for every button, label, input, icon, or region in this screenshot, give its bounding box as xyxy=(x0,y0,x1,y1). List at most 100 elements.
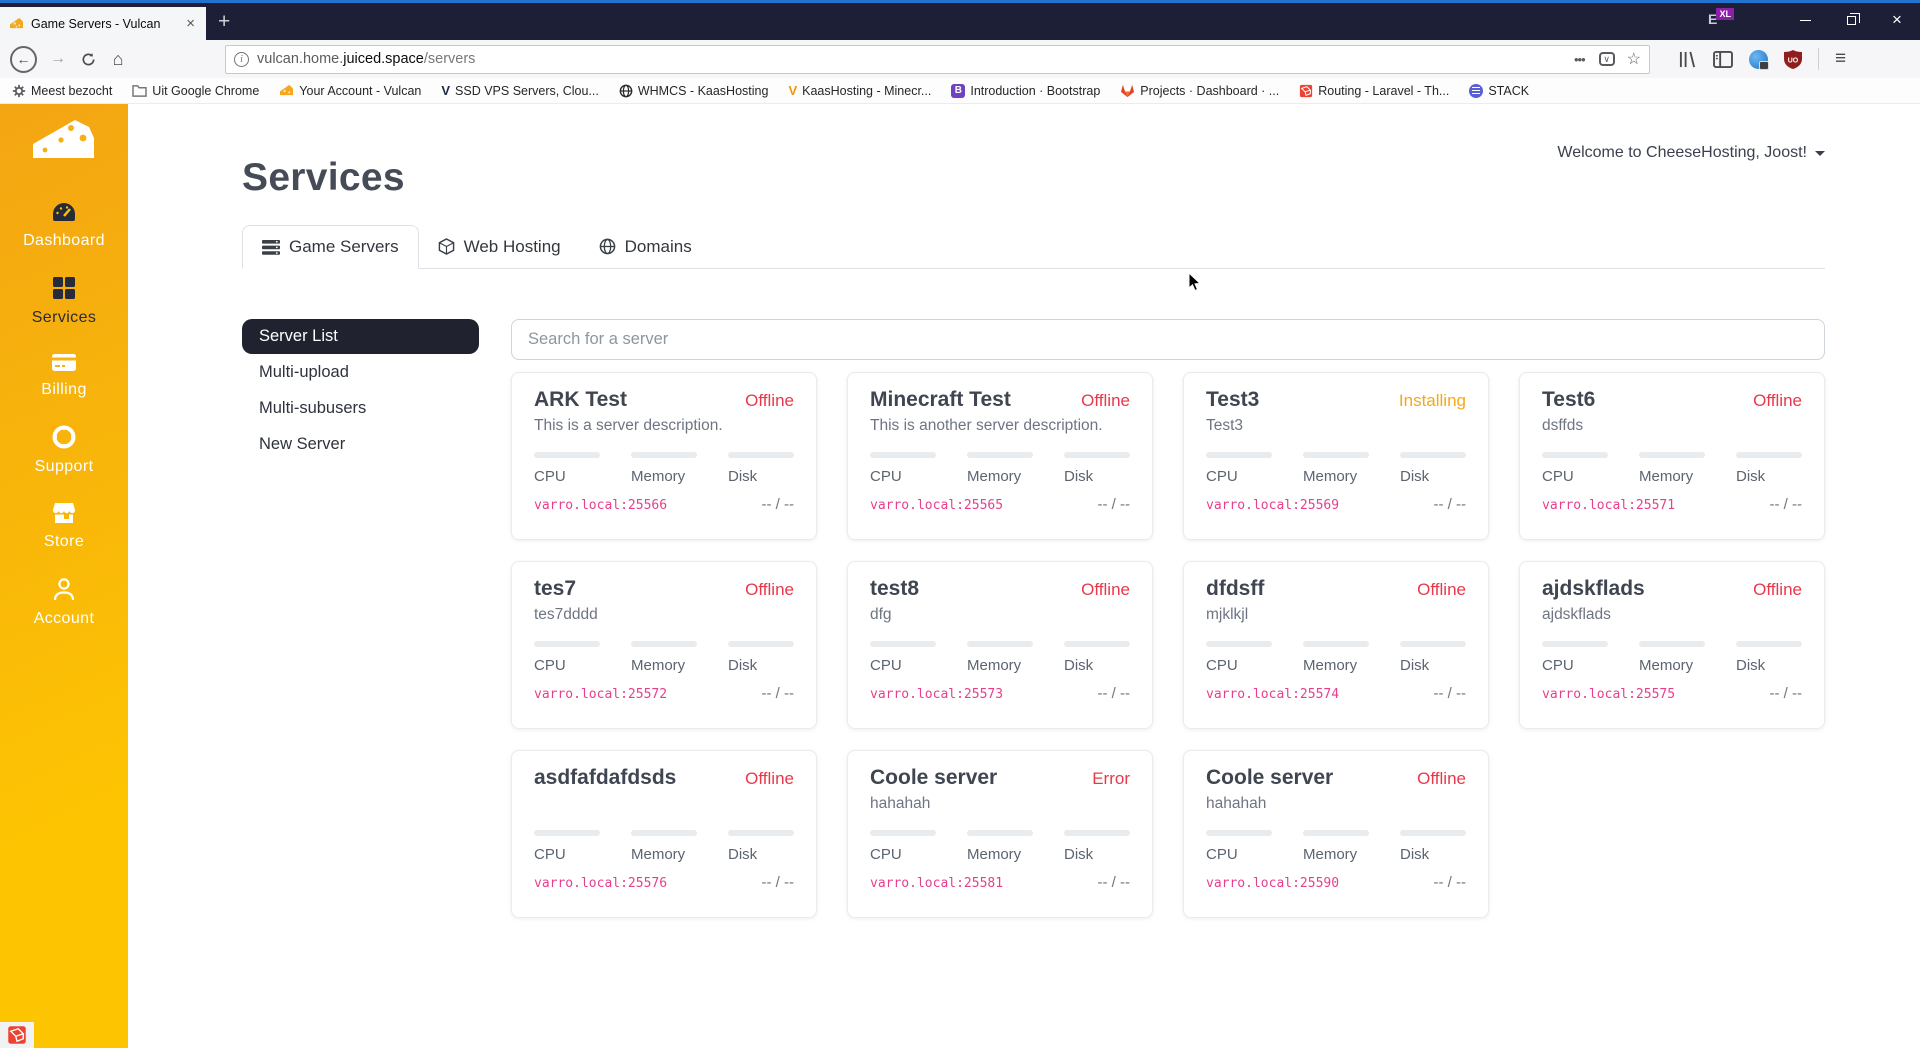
home-button[interactable]: ⌂ xyxy=(103,49,133,70)
server-name: Test6 xyxy=(1542,388,1596,411)
site-info-icon[interactable]: i xyxy=(234,51,249,67)
xl-extension-icon[interactable]: E XL xyxy=(1708,8,1734,29)
server-description: This is a server description. xyxy=(534,417,723,434)
sidebar-item-store[interactable]: Store xyxy=(44,502,84,551)
restore-button[interactable] xyxy=(1828,3,1874,37)
close-button[interactable]: × xyxy=(1874,3,1920,37)
memory-usage-bar xyxy=(1639,641,1705,647)
browser-tab-active[interactable]: Game Servers - Vulcan × xyxy=(0,7,206,40)
sidebar-item-support[interactable]: Support xyxy=(35,425,94,476)
cpu-usage-bar xyxy=(1542,452,1608,458)
submenu-item-multi-upload[interactable]: Multi-upload xyxy=(242,355,479,390)
sidebars-icon[interactable] xyxy=(1713,50,1733,68)
server-card[interactable]: test8 Offline dfg CPU Memory Disk varro.… xyxy=(847,561,1153,729)
pocket-icon[interactable]: ∨ xyxy=(1598,52,1615,66)
sidebar-item-label: Dashboard xyxy=(23,232,105,249)
memory-usage-bar xyxy=(1303,452,1369,458)
minimize-button[interactable] xyxy=(1782,3,1828,37)
server-status-badge: Offline xyxy=(745,769,794,788)
disk-label: Disk xyxy=(1064,468,1094,485)
forward-button[interactable]: → xyxy=(43,50,73,68)
server-grid: ARK Test Offline This is a server descri… xyxy=(511,372,1825,918)
server-address: varro.local:25574 xyxy=(1206,687,1340,702)
bookmark-item[interactable]: Uit Google Chrome xyxy=(132,84,259,98)
sidebar-item-billing[interactable]: Billing xyxy=(41,353,87,399)
memory-usage-bar xyxy=(1303,641,1369,647)
bookmark-item[interactable]: STACK xyxy=(1469,83,1529,98)
tab-domains[interactable]: Domains xyxy=(580,225,711,268)
server-card[interactable]: Coole server Error hahahah CPU Memory Di… xyxy=(847,750,1153,918)
page-actions-icon[interactable]: ••• xyxy=(1574,52,1586,67)
server-status-badge: Offline xyxy=(1081,391,1130,410)
disk-label: Disk xyxy=(1064,657,1094,674)
privacy-extension-icon[interactable] xyxy=(1749,49,1769,70)
search-input[interactable] xyxy=(511,319,1825,360)
taskbar-peek-icon[interactable] xyxy=(0,1022,34,1048)
bookmark-label: Your Account - Vulcan xyxy=(299,83,422,98)
disk-usage-bar xyxy=(728,641,794,647)
bookmark-item[interactable]: V SSD VPS Servers, Clou... xyxy=(441,83,598,98)
bookmark-star-icon[interactable]: ☆ xyxy=(1627,49,1641,69)
disk-label: Disk xyxy=(728,846,758,863)
back-button[interactable]: ← xyxy=(10,45,37,73)
toolbar-divider xyxy=(1818,48,1819,70)
tab-close-icon[interactable]: × xyxy=(184,15,197,32)
bookmark-item[interactable]: V KaasHosting - Minecr... xyxy=(788,83,931,98)
library-icon[interactable] xyxy=(1678,51,1697,68)
bookmark-item[interactable]: Meest bezocht xyxy=(12,84,112,98)
account-dropdown[interactable]: Welcome to CheeseHosting, Joost! xyxy=(1557,144,1825,162)
sidebar-item-label: Services xyxy=(31,309,97,326)
url-path: /servers xyxy=(423,51,476,67)
submenu-item-server-list[interactable]: Server List xyxy=(242,319,479,354)
memory-usage-bar xyxy=(967,452,1033,458)
reload-button[interactable] xyxy=(73,52,103,67)
url-bar[interactable]: i vulcan.home. juiced.space/servers ••• ∨… xyxy=(225,44,1650,74)
disk-usage-bar xyxy=(1400,452,1466,458)
bookmark-item[interactable]: B Introduction · Bootstrap xyxy=(951,83,1100,98)
server-card[interactable]: ARK Test Offline This is a server descri… xyxy=(511,372,817,540)
server-card[interactable]: dfdsff Offline mjklkjl CPU Memory Disk v… xyxy=(1183,561,1489,729)
sidebar-item-services[interactable]: Services xyxy=(32,276,97,327)
server-card[interactable]: Minecraft Test Offline This is another s… xyxy=(847,372,1153,540)
server-address: varro.local:25566 xyxy=(534,498,668,513)
server-name: Minecraft Test xyxy=(870,388,1011,411)
submenu-item-new-server[interactable]: New Server xyxy=(242,427,479,462)
server-address: varro.local:25575 xyxy=(1542,687,1676,702)
sidebar-item-dashboard[interactable]: Dashboard xyxy=(23,201,105,250)
globe-icon xyxy=(599,238,615,255)
player-count: -- / -- xyxy=(1433,685,1466,702)
server-name: Coole server xyxy=(1206,766,1334,789)
bookmark-item[interactable]: Projects · Dashboard · ... xyxy=(1120,84,1279,98)
server-address: varro.local:25572 xyxy=(534,687,668,702)
cpu-label: CPU xyxy=(870,468,902,485)
server-card[interactable]: Coole server Offline hahahah CPU Memory … xyxy=(1183,750,1489,918)
new-tab-button[interactable]: + xyxy=(206,7,242,37)
cheesehosting-logo[interactable] xyxy=(31,118,97,167)
submenu-item-multi-subusers[interactable]: Multi-subusers xyxy=(242,391,479,426)
cpu-label: CPU xyxy=(534,468,566,485)
browser-navbar: ← → ⌂ i vulcan.home. juiced.space/servers… xyxy=(0,40,1920,78)
bookmark-item[interactable]: Your Account - Vulcan xyxy=(279,84,421,98)
cpu-label: CPU xyxy=(1542,468,1574,485)
server-card[interactable]: ajdskflads Offline ajdskflads CPU Memory… xyxy=(1519,561,1825,729)
memory-label: Memory xyxy=(1303,657,1358,674)
memory-label: Memory xyxy=(1639,657,1694,674)
server-card[interactable]: asdfafdafdsds Offline CPU Memory Disk va… xyxy=(511,750,817,918)
cpu-usage-bar xyxy=(1206,452,1272,458)
player-count: -- / -- xyxy=(1097,874,1130,891)
server-card[interactable]: Test6 Offline dsffds CPU Memory Disk var… xyxy=(1519,372,1825,540)
server-card[interactable]: tes7 Offline tes7dddd CPU Memory Disk va… xyxy=(511,561,817,729)
menu-icon[interactable]: ≡ xyxy=(1835,48,1846,70)
tab-web-hosting[interactable]: Web Hosting xyxy=(419,225,580,268)
player-count: -- / -- xyxy=(1097,685,1130,702)
tab-game-servers[interactable]: Game Servers xyxy=(242,225,419,269)
server-address: varro.local:25576 xyxy=(534,876,668,891)
ublock-shield-icon[interactable]: UO xyxy=(1784,49,1802,69)
sidebar-item-account[interactable]: Account xyxy=(34,577,95,628)
bookmark-item[interactable]: Routing - Laravel - Th... xyxy=(1299,84,1449,98)
bookmark-item[interactable]: WHMCS - KaasHosting xyxy=(619,84,768,98)
gitlab-icon xyxy=(1121,84,1135,97)
servers-submenu: Server List Multi-upload Multi-subusers … xyxy=(242,319,479,918)
server-card[interactable]: Test3 Installing Test3 CPU Memory Disk v… xyxy=(1183,372,1489,540)
bookmark-label: SSD VPS Servers, Clou... xyxy=(455,83,599,98)
